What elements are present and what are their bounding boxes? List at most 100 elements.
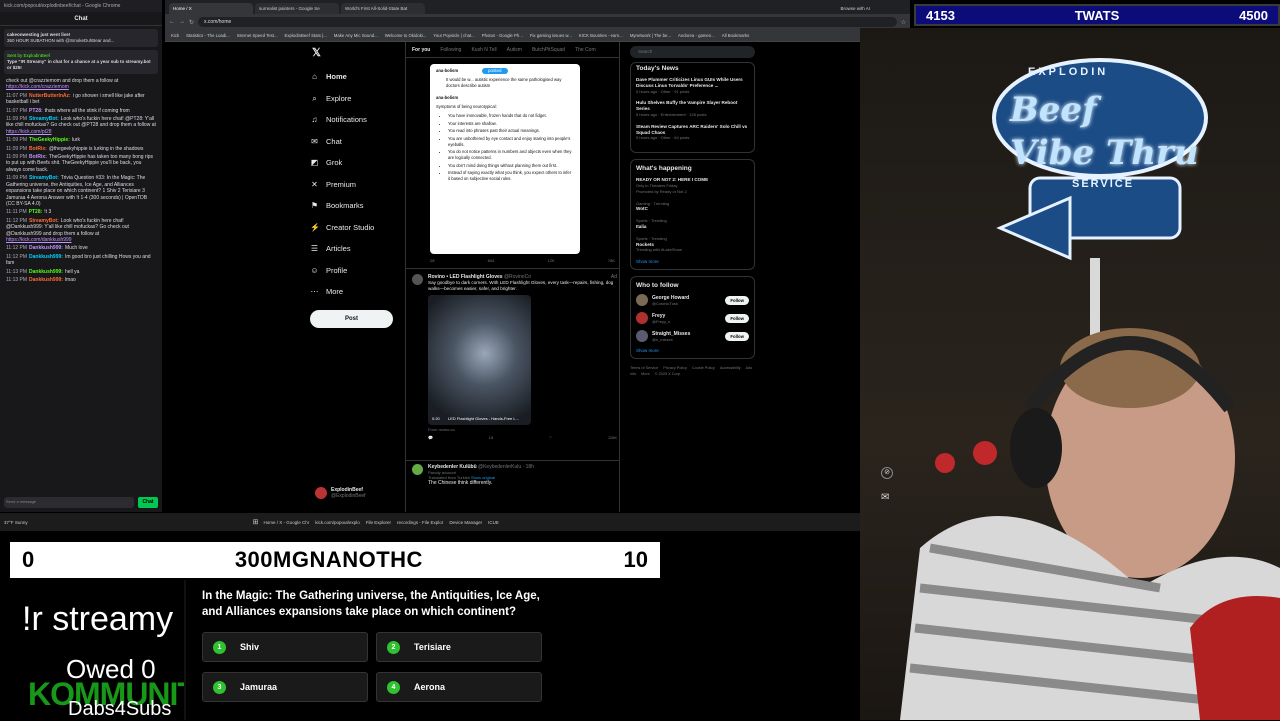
footer-link[interactable]: Terms of Service xyxy=(630,366,658,370)
weather-widget[interactable]: 37°F Sunny xyxy=(4,520,28,525)
tweet-ad[interactable]: Rovino • LED Flashlight Gloves @RovinoCo… xyxy=(412,274,617,440)
nav-item-premium[interactable]: ✕ Premium xyxy=(310,174,405,196)
view-count[interactable]: 78K xyxy=(608,258,615,263)
ad-source[interactable]: From rovino.co xyxy=(428,427,617,432)
feed-tab[interactable]: ButchPitSquad xyxy=(532,47,565,53)
chat-message-input[interactable]: Send a message xyxy=(4,496,134,508)
message-username[interactable]: BotRix: xyxy=(29,154,47,160)
live-notification[interactable]: cakeonwesting just went live! 360 HOUR S… xyxy=(4,29,158,47)
tab-battery-article[interactable]: World's First All-Solid-State Bat xyxy=(341,3,425,14)
tweet-video[interactable]: 0:20 LED Flashlight Gloves - Hands-Free … xyxy=(428,295,531,425)
forward-icon[interactable]: → xyxy=(179,19,185,25)
message-username[interactable]: Dankkush999: xyxy=(29,245,63,251)
bookmark-item[interactable]: All Bookmarks xyxy=(722,33,749,38)
reply-icon[interactable]: 💬 xyxy=(428,435,433,440)
nav-item-more[interactable]: ⋯ More xyxy=(310,281,405,303)
windows-start-icon[interactable]: ⊞ xyxy=(253,518,259,526)
search-input[interactable]: Search xyxy=(630,46,755,58)
footer-link[interactable]: Privacy Policy xyxy=(663,366,687,370)
taskbar-app[interactable]: ICUE xyxy=(488,520,499,525)
feed-tab[interactable]: Following xyxy=(440,47,461,53)
trend-item[interactable]: Sports · Trending Rockets Trending with #L… xyxy=(636,236,749,253)
bookmark-item[interactable]: Mynetwork | The be... xyxy=(630,33,671,38)
message-username[interactable]: Dankkush999: xyxy=(29,269,63,275)
feed-tab[interactable]: Autism xyxy=(507,47,522,53)
follow-name[interactable]: George Howard xyxy=(652,295,689,301)
account-switcher[interactable]: ExplodinBeef @ExplodinBeef xyxy=(315,487,366,499)
message-username[interactable]: NutterButterInAz: xyxy=(29,93,71,99)
reply-count[interactable]: 28 xyxy=(430,258,434,263)
show-more-link[interactable]: Show more xyxy=(636,348,749,353)
avatar[interactable] xyxy=(636,294,648,307)
trend-item[interactable]: READY OR NOT 2: HERE I COME Only in Theat… xyxy=(636,177,749,194)
taskbar-app[interactable]: Home / X - Google Chr xyxy=(263,520,309,525)
nav-item-notifications[interactable]: ♫ Notifications xyxy=(310,109,405,131)
message-username[interactable]: PT28: xyxy=(29,108,43,114)
show-more-link[interactable]: Show more xyxy=(636,259,749,264)
repost-count[interactable]: 18 xyxy=(489,435,493,440)
nav-item-profile[interactable]: ☺ Profile xyxy=(310,260,405,282)
feed-tab[interactable]: For you xyxy=(412,47,430,53)
news-item[interactable]: Dave Plummer Criticizes Linux GUIs While… xyxy=(636,77,749,94)
bookmark-item[interactable]: Fix gaming issues w... xyxy=(530,33,572,38)
back-icon[interactable]: ← xyxy=(169,19,175,25)
message-username[interactable]: Dankkush999: xyxy=(29,254,63,260)
nav-item-articles[interactable]: ☰ Articles xyxy=(310,238,405,260)
bookmark-item[interactable]: Make Any Mic Sound... xyxy=(334,33,378,38)
message-username[interactable]: StreamyBot: xyxy=(29,218,59,224)
message-username[interactable]: StreamyBot: xyxy=(29,116,59,122)
chat-send-button[interactable]: Chat xyxy=(138,496,158,508)
tweet-parody[interactable]: Keybedenler Kulübü @KeybedenlerKulu · 18… xyxy=(412,464,617,486)
like-count[interactable]: 12K xyxy=(548,258,555,263)
x-logo-icon[interactable]: 𝕏 xyxy=(312,46,321,59)
bookmark-item[interactable]: Andorea - gamen... xyxy=(678,33,715,38)
nav-item-bookmarks[interactable]: ⚑ Bookmarks xyxy=(310,195,405,217)
tweet-image-card[interactable]: ana-bolism posted It would be w... autis… xyxy=(430,64,580,254)
trend-item[interactable]: Sports · Trending Italia xyxy=(636,218,749,230)
nav-item-explore[interactable]: ⌕ Explore xyxy=(310,88,405,110)
footer-link[interactable]: Accessibility xyxy=(720,366,741,370)
follow-name[interactable]: Straight_Misses xyxy=(652,331,690,337)
like-icon[interactable]: ♡ xyxy=(549,435,553,440)
bookmark-item[interactable]: Photos - Google Ph... xyxy=(482,33,523,38)
repost-count[interactable]: 844 xyxy=(488,258,495,263)
message-username[interactable]: Dankkush999: xyxy=(29,277,63,283)
bookmark-item[interactable]: Your Popsicle | chat... xyxy=(433,33,474,38)
footer-link[interactable]: More xyxy=(641,372,650,376)
follow-button[interactable]: Follow xyxy=(725,331,749,341)
nav-item-grok[interactable]: ◩ Grok xyxy=(310,152,405,174)
bookmark-star-icon[interactable]: ☆ xyxy=(901,19,906,26)
avatar[interactable] xyxy=(636,330,648,343)
message-username[interactable]: PT28: xyxy=(29,209,43,215)
bookmark-item[interactable]: Kick xyxy=(171,33,179,38)
bookmark-item[interactable]: Statistics - The Loadi... xyxy=(186,33,230,38)
bookmark-item[interactable]: KICK Bounties - earn... xyxy=(579,33,623,38)
trend-item[interactable]: Gaming · Trending WotC xyxy=(636,201,749,213)
taskbar-app[interactable]: kick.com/popout/explo xyxy=(315,520,360,525)
message-link[interactable]: https://kick.com/pt28 xyxy=(6,129,52,135)
nav-item-home[interactable]: ⌂ Home xyxy=(310,66,405,88)
message-link[interactable]: https://kick.com/crazziemom xyxy=(6,84,69,90)
messages-icon[interactable]: ✉ xyxy=(881,492,889,503)
address-bar[interactable]: x.com/home xyxy=(198,17,897,27)
bookmark-item[interactable]: Welcome to Okidoki... xyxy=(385,33,427,38)
message-username[interactable]: StreamyBot: xyxy=(29,175,59,181)
message-username[interactable]: TheGeekyHippie: xyxy=(29,137,70,143)
follow-button[interactable]: Follow xyxy=(725,295,749,305)
nav-item-chat[interactable]: ✉ Chat xyxy=(310,131,405,153)
tab-x-home[interactable]: Home / X xyxy=(169,3,253,14)
taskbar-app[interactable]: recordings - File Explor xyxy=(397,520,443,525)
browse-with-ai-button[interactable]: Browse with AI xyxy=(840,6,910,14)
bookmark-item[interactable]: ExplodinBeef Stats |... xyxy=(285,33,327,38)
view-count[interactable]: 116K xyxy=(608,435,617,440)
bookmark-item[interactable]: Internet Speed Test... xyxy=(237,33,278,38)
news-item[interactable]: Steam Review Captures ARC Raiders' Solo … xyxy=(636,124,749,141)
footer-link[interactable]: Cookie Policy xyxy=(692,366,715,370)
feed-tab[interactable]: The Com xyxy=(575,47,596,53)
post-button[interactable]: Post xyxy=(310,310,393,328)
taskbar-app[interactable]: File Explorer xyxy=(366,520,391,525)
news-item[interactable]: Hulu Shelves Buffy the Vampire Slayer Re… xyxy=(636,100,749,117)
message-link[interactable]: https://kick.com/dankkush999 xyxy=(6,237,72,243)
tab-google-search[interactable]: surrealist painters - Google Se xyxy=(255,3,339,14)
reload-icon[interactable]: ↻ xyxy=(189,19,194,26)
